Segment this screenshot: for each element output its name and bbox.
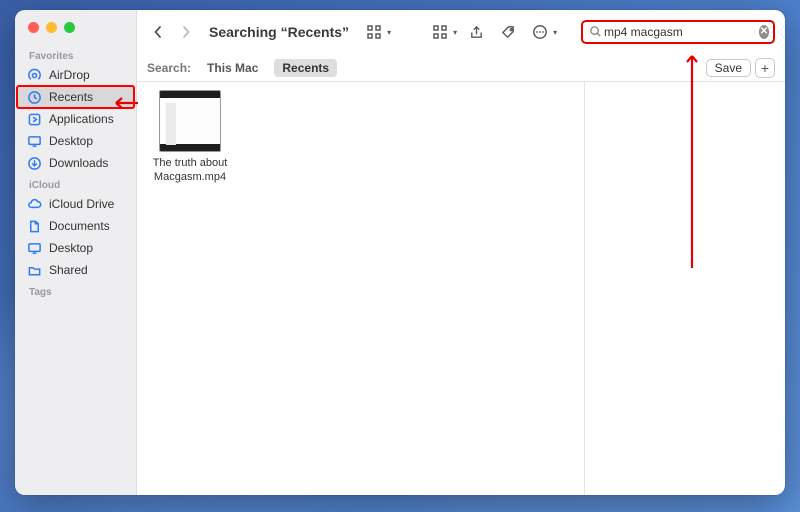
- search-scope-bar: Search: This Mac Recents Save +: [137, 54, 785, 82]
- tag-icon: [501, 25, 516, 40]
- desktop-icon: [27, 134, 42, 149]
- tags-button[interactable]: [495, 20, 521, 44]
- share-icon: [469, 25, 484, 40]
- ellipsis-circle-icon: [527, 20, 553, 44]
- sidebar-item-label: Documents: [49, 219, 110, 233]
- content-area: The truth about Macgasm.mp4: [137, 82, 785, 495]
- grid-icon: [361, 20, 387, 44]
- video-thumbnail-icon: [159, 90, 221, 152]
- sidebar-item-label: Shared: [49, 263, 88, 277]
- search-results[interactable]: The truth about Macgasm.mp4: [137, 82, 585, 495]
- back-button[interactable]: [147, 19, 169, 45]
- search-icon: [589, 25, 602, 39]
- preview-pane: [585, 82, 785, 495]
- main-pane: Searching “Recents” ▾ ▾: [137, 10, 785, 495]
- chevron-left-icon: [153, 25, 163, 39]
- sidebar-item-icloud-drive[interactable]: iCloud Drive: [15, 193, 136, 215]
- scope-this-mac[interactable]: This Mac: [199, 59, 266, 77]
- search-input[interactable]: [604, 25, 759, 39]
- sidebar-item-label: AirDrop: [49, 68, 90, 82]
- window-title: Searching “Recents”: [209, 24, 349, 40]
- close-window-button[interactable]: [28, 22, 39, 33]
- clear-search-button[interactable]: ✕: [759, 25, 769, 39]
- sidebar-item-downloads[interactable]: Downloads: [15, 152, 136, 174]
- toolbar: Searching “Recents” ▾ ▾: [137, 10, 785, 54]
- chevron-down-icon: ▾: [387, 28, 391, 37]
- sidebar-item-desktop-icloud[interactable]: Desktop: [15, 237, 136, 259]
- desktop-icon: [27, 241, 42, 256]
- traffic-lights: [15, 20, 136, 45]
- view-mode-button[interactable]: ▾: [361, 20, 391, 44]
- sidebar-item-label: Desktop: [49, 241, 93, 255]
- sidebar-item-label: Recents: [49, 90, 93, 104]
- sidebar-section-icloud: iCloud: [15, 174, 136, 193]
- sidebar-item-airdrop[interactable]: AirDrop: [15, 64, 136, 86]
- add-rule-button[interactable]: +: [755, 58, 775, 78]
- file-name-label: The truth about Macgasm.mp4: [147, 156, 233, 185]
- sidebar-item-applications[interactable]: Applications: [15, 108, 136, 130]
- sidebar-item-label: Downloads: [49, 156, 108, 170]
- minimize-window-button[interactable]: [46, 22, 57, 33]
- chevron-down-icon: ▾: [553, 28, 557, 37]
- forward-button[interactable]: [175, 19, 197, 45]
- share-button[interactable]: [463, 20, 489, 44]
- sidebar-item-recents[interactable]: Recents: [17, 86, 134, 108]
- sidebar-item-label: Desktop: [49, 134, 93, 148]
- chevron-right-icon: [181, 25, 191, 39]
- sidebar-item-label: iCloud Drive: [49, 197, 114, 211]
- fullscreen-window-button[interactable]: [64, 22, 75, 33]
- applications-icon: [27, 112, 42, 127]
- group-icon: [427, 20, 453, 44]
- shared-icon: [27, 263, 42, 278]
- sidebar-item-label: Applications: [49, 112, 114, 126]
- sidebar-section-favorites: Favorites: [15, 45, 136, 64]
- sidebar: Favorites AirDrop Recents Applications D…: [15, 10, 137, 495]
- recents-icon: [27, 90, 42, 105]
- sidebar-section-tags: Tags: [15, 281, 136, 300]
- sidebar-item-desktop[interactable]: Desktop: [15, 130, 136, 152]
- sidebar-item-documents[interactable]: Documents: [15, 215, 136, 237]
- icloud-icon: [27, 197, 42, 212]
- group-by-button[interactable]: ▾: [427, 20, 457, 44]
- action-menu-button[interactable]: ▾: [527, 20, 557, 44]
- chevron-down-icon: ▾: [453, 28, 457, 37]
- save-search-button[interactable]: Save: [706, 59, 751, 77]
- search-field-container: ✕: [581, 20, 775, 44]
- downloads-icon: [27, 156, 42, 171]
- scope-recents[interactable]: Recents: [274, 59, 337, 77]
- finder-window: Favorites AirDrop Recents Applications D…: [15, 10, 785, 495]
- airdrop-icon: [27, 68, 42, 83]
- file-item[interactable]: The truth about Macgasm.mp4: [147, 90, 233, 185]
- scope-label: Search:: [147, 61, 191, 75]
- documents-icon: [27, 219, 42, 234]
- sidebar-item-shared[interactable]: Shared: [15, 259, 136, 281]
